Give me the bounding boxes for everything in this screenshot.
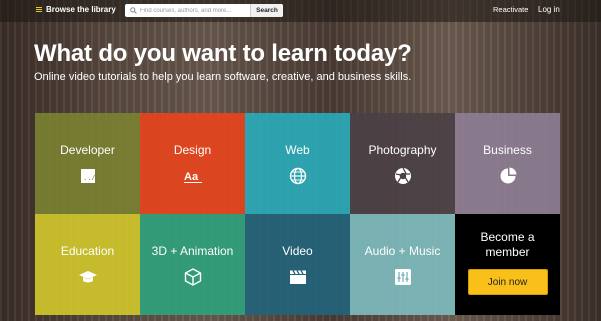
search-button[interactable]: Search bbox=[250, 4, 283, 17]
category-tile-photography[interactable]: Photography bbox=[350, 113, 455, 214]
pie-chart-icon bbox=[498, 167, 518, 185]
svg-text:Aa: Aa bbox=[184, 171, 199, 183]
search-bar: Search bbox=[125, 4, 283, 17]
top-navigation-bar: Browse the library Search Reactivate Log… bbox=[0, 0, 601, 22]
category-tile-design[interactable]: Design Aa bbox=[140, 113, 245, 214]
category-label: Video bbox=[282, 244, 313, 258]
terminal-icon: ../ bbox=[78, 167, 98, 185]
search-icon bbox=[129, 7, 137, 15]
category-tile-business[interactable]: Business bbox=[455, 113, 560, 214]
category-tile-audio-music[interactable]: Audio + Music bbox=[350, 214, 455, 315]
category-tile-education[interactable]: Education bbox=[35, 214, 140, 315]
category-grid: Developer ../ Design Aa Web Photography … bbox=[35, 113, 561, 317]
category-label: Audio + Music bbox=[364, 244, 441, 258]
become-member-label: Become a member bbox=[480, 230, 535, 259]
category-tile-video[interactable]: Video bbox=[245, 214, 350, 315]
svg-text:../: ../ bbox=[83, 175, 96, 183]
login-link[interactable]: Log in bbox=[538, 5, 560, 14]
page-subtitle: Online video tutorials to help you learn… bbox=[34, 71, 412, 83]
category-label: Education bbox=[60, 244, 115, 258]
menu-icon bbox=[36, 7, 42, 12]
browse-library-label: Browse the library bbox=[46, 5, 116, 14]
cube-icon bbox=[183, 268, 203, 286]
category-label: Business bbox=[483, 143, 532, 157]
equalizer-icon bbox=[393, 268, 413, 286]
become-member-tile: Become a member Join now bbox=[455, 214, 560, 315]
aperture-icon bbox=[393, 167, 413, 185]
page-title: What do you want to learn today? bbox=[34, 40, 412, 67]
category-label: Photography bbox=[368, 143, 437, 157]
category-tile-3d-animation[interactable]: 3D + Animation bbox=[140, 214, 245, 315]
category-label: Design bbox=[173, 143, 212, 157]
category-label: Web bbox=[285, 143, 310, 157]
typography-icon: Aa bbox=[183, 167, 203, 185]
category-label: Developer bbox=[60, 143, 115, 157]
graduation-cap-icon bbox=[78, 268, 98, 286]
category-tile-web[interactable]: Web bbox=[245, 113, 350, 214]
category-tile-developer[interactable]: Developer ../ bbox=[35, 113, 140, 214]
join-now-button[interactable]: Join now bbox=[467, 269, 548, 295]
category-label: 3D + Animation bbox=[151, 244, 234, 258]
search-input[interactable] bbox=[137, 5, 252, 16]
browse-library-button[interactable]: Browse the library bbox=[36, 5, 116, 14]
clapperboard-icon bbox=[288, 268, 308, 286]
reactivate-link[interactable]: Reactivate bbox=[493, 5, 528, 14]
globe-icon bbox=[288, 167, 308, 185]
